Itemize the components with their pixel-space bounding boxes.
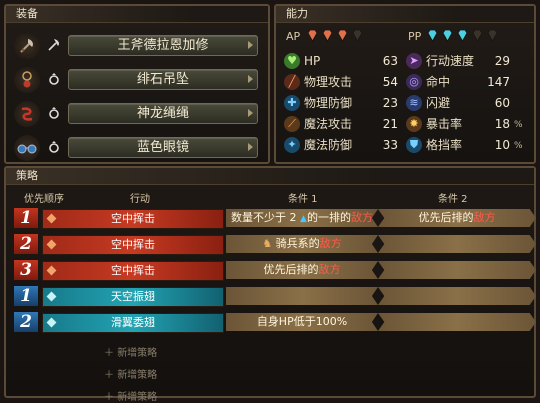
header-condition-2: 条件 2 [438, 194, 468, 205]
priority-badge: 2 [14, 234, 38, 254]
ap-label: AP [286, 30, 301, 43]
plus-icon: ＋ [104, 348, 118, 359]
stat-hp: ♥ HP 63 [284, 52, 402, 70]
ring-type-icon [46, 105, 62, 121]
add-strategy-button[interactable]: ＋ 新增策略 [104, 388, 157, 403]
stats-title: 能力 [276, 6, 534, 23]
plus-icon: ＋ [104, 370, 118, 381]
sword-icon: ╱ [284, 74, 300, 90]
gem-filled-icon [336, 29, 349, 42]
condition-1[interactable]: 优先后排的敌方 [226, 261, 378, 279]
gem-filled-icon [441, 29, 454, 42]
condition-1[interactable]: ♞ 骑兵系的敌方 [226, 235, 378, 253]
stat-evasion: ≋ 闪避 60 [406, 94, 532, 112]
gem-filled-icon [306, 29, 319, 42]
stat-accuracy: ◎ 命中 147 [406, 73, 532, 91]
speed-icon: ➤ [406, 53, 422, 69]
stat-block: ⛊ 格挡率 10 % [406, 136, 532, 154]
header-condition-1: 条件 1 [288, 194, 318, 205]
gem-empty-icon [486, 29, 499, 42]
diamond-icon [46, 265, 57, 276]
condition-2[interactable]: 优先后排的敌方 [378, 209, 536, 227]
plus-icon: ＋ [104, 392, 118, 403]
priority-badge: 1 [14, 286, 38, 306]
equipment-panel: 装备 王斧德拉恩加修 绯石吊坠 神龙绳绳 蓝色眼镜 [4, 4, 270, 164]
strategy-row[interactable]: 2 滑翼委翅 自身HP低于100% [12, 312, 536, 333]
action-button[interactable]: 滑翼委翅 [42, 313, 224, 333]
row-triangle-icon: ▲ [300, 214, 307, 224]
add-strategy-button[interactable]: ＋ 新增策略 [104, 344, 157, 359]
strategy-row[interactable]: 1 天空振翅 [12, 286, 536, 307]
stat-speed: ➤ 行动速度 29 [406, 52, 532, 70]
action-button[interactable]: 空中挥击 [42, 261, 224, 281]
equipment-name[interactable]: 神龙绳绳 [68, 103, 258, 124]
priority-badge: 3 [14, 260, 38, 280]
equipment-slot-weapon[interactable]: 王斧德拉恩加修 [14, 32, 262, 60]
equipment-name[interactable]: 蓝色眼镜 [68, 137, 258, 158]
condition-1[interactable] [226, 287, 378, 305]
magic-shield-icon: ✦ [284, 137, 300, 153]
equipment-slot-accessory-3[interactable]: 蓝色眼镜 [14, 134, 262, 162]
equipment-title: 装备 [6, 6, 268, 23]
condition-2[interactable] [378, 261, 536, 279]
pp-label: PP [408, 30, 422, 43]
strategy-row[interactable]: 1 空中挥击 数量不少于 2 ▲的一排的敌方 优先后排的敌方 [12, 208, 536, 229]
stat-phys-defense: ✚ 物理防御 23 [284, 94, 402, 112]
pendant-icon [14, 67, 40, 93]
equipment-name[interactable]: 王斧德拉恩加修 [68, 35, 258, 56]
stat-magic-defense: ✦ 魔法防御 33 [284, 136, 402, 154]
equipment-slot-accessory-2[interactable]: 神龙绳绳 [14, 100, 262, 128]
axe-icon [14, 33, 40, 59]
ring-type-icon [46, 139, 62, 155]
condition-1[interactable]: 数量不少于 2 ▲的一排的敌方 [226, 209, 378, 227]
diamond-icon [46, 213, 57, 224]
strategy-row[interactable]: 2 空中挥击 ♞ 骑兵系的敌方 [12, 234, 536, 255]
action-button[interactable]: 空中挥击 [42, 209, 224, 229]
equipment-name[interactable]: 绯石吊坠 [68, 69, 258, 90]
condition-1[interactable]: 自身HP低于100% [226, 313, 378, 331]
gem-filled-icon [321, 29, 334, 42]
diamond-icon [46, 239, 57, 250]
target-icon: ◎ [406, 74, 422, 90]
dragon-rope-icon [14, 101, 40, 127]
stats-panel: 能力 AP PP ♥ HP 63 ╱ 物理攻击 54 ✚ 物理防御 23 ⟋ 魔… [274, 4, 536, 164]
diamond-icon [46, 317, 57, 328]
condition-2[interactable] [378, 313, 536, 331]
block-icon: ⛊ [406, 137, 422, 153]
action-button[interactable]: 空中挥击 [42, 235, 224, 255]
gem-empty-icon [471, 29, 484, 42]
gem-filled-icon [456, 29, 469, 42]
header-action: 行动 [130, 194, 150, 205]
action-button[interactable]: 天空振翅 [42, 287, 224, 307]
header-priority: 优先顺序 [24, 194, 64, 205]
condition-2[interactable] [378, 235, 536, 253]
cavalry-icon: ♞ [262, 237, 276, 250]
stat-critical: ✸ 暴击率 18 % [406, 115, 532, 133]
priority-badge: 1 [14, 208, 38, 228]
axe-type-icon [46, 37, 62, 53]
stat-phys-attack: ╱ 物理攻击 54 [284, 73, 402, 91]
gem-empty-icon [351, 29, 364, 42]
glasses-icon [14, 135, 40, 161]
shield-icon: ✚ [284, 95, 300, 111]
critical-icon: ✸ [406, 116, 422, 132]
heart-icon: ♥ [284, 53, 300, 69]
evade-icon: ≋ [406, 95, 422, 111]
strategy-row[interactable]: 3 空中挥击 优先后排的敌方 [12, 260, 536, 281]
stat-magic-attack: ⟋ 魔法攻击 21 [284, 115, 402, 133]
diamond-icon [46, 291, 57, 302]
strategy-title: 策略 [6, 168, 534, 185]
strategy-panel: 策略 优先顺序 行动 条件 1 条件 2 1 空中挥击 数量不少于 2 ▲的一排… [4, 166, 536, 403]
equipment-slot-accessory-1[interactable]: 绯石吊坠 [14, 66, 262, 94]
condition-2[interactable] [378, 287, 536, 305]
gem-filled-icon [426, 29, 439, 42]
ring-type-icon [46, 71, 62, 87]
priority-badge: 2 [14, 312, 38, 332]
staff-icon: ⟋ [284, 116, 300, 132]
add-strategy-button[interactable]: ＋ 新增策略 [104, 366, 157, 381]
